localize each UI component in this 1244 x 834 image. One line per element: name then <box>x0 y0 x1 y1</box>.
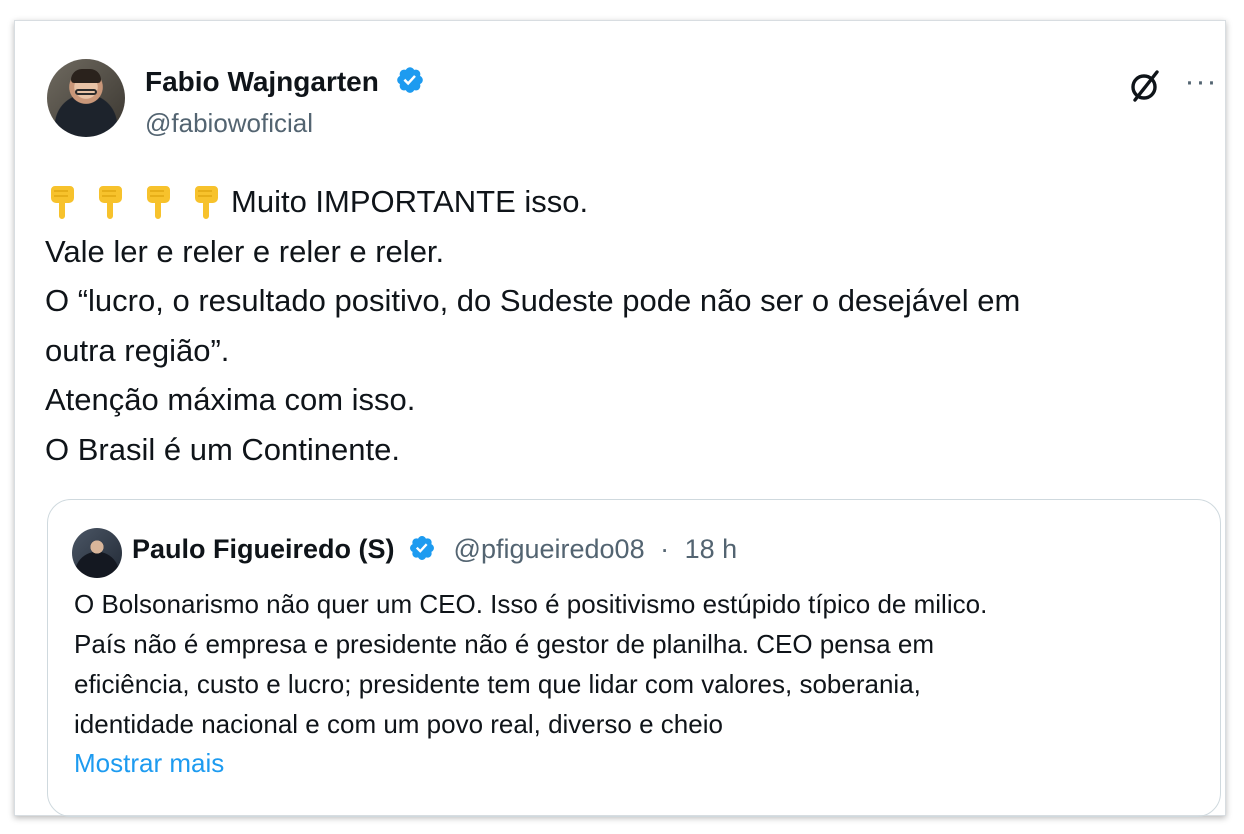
tweet-line: O “lucro, o resultado positivo, do Sudes… <box>45 283 1021 318</box>
more-options-icon[interactable]: ··· <box>1183 67 1219 103</box>
tweet-line: Muito IMPORTANTE isso. <box>45 177 1215 227</box>
tweet-line: outra região”. <box>45 332 230 368</box>
quoted-author-avatar[interactable] <box>72 528 122 578</box>
avatar-glasses <box>75 89 97 95</box>
backhand-index-pointing-down-icon <box>51 186 74 219</box>
author-handle[interactable]: @fabiowoficial <box>145 108 313 139</box>
show-more-link[interactable]: Mostrar mais <box>74 748 224 779</box>
author-avatar[interactable] <box>47 59 125 137</box>
grok-icon[interactable] <box>1127 68 1163 104</box>
quoted-tweet-header: Paulo Figueiredo (S) @pfigueiredo08 · 18… <box>132 534 737 565</box>
author-name-row[interactable]: Fabio Wajngarten <box>145 65 425 98</box>
backhand-index-pointing-down-icon <box>195 186 218 219</box>
tweet-line: O Brasil é um Continente. <box>45 431 400 467</box>
quoted-line: País não é empresa e presidente não é ge… <box>74 629 934 659</box>
backhand-index-pointing-down-icon <box>99 186 122 219</box>
author-name[interactable]: Fabio Wajngarten <box>145 66 379 97</box>
quoted-author-handle[interactable]: @pfigueiredo08 <box>454 534 645 564</box>
backhand-index-pointing-down-icon <box>147 186 170 219</box>
tweet-line: Vale ler e reler e reler e reler. <box>45 233 445 269</box>
tweet-text: Muito IMPORTANTE isso. Vale ler e reler … <box>45 177 1215 474</box>
quoted-author-name[interactable]: Paulo Figueiredo (S) <box>132 534 395 564</box>
separator-dot: · <box>660 534 670 564</box>
verified-badge-icon <box>410 536 434 560</box>
quoted-line: O Bolsonarismo não quer um CEO. Isso é p… <box>74 589 988 619</box>
tweet-card: Fabio Wajngarten @fabiowoficial ··· Muit… <box>14 20 1226 817</box>
verified-badge-icon <box>396 67 423 93</box>
quoted-line: eficiência, custo e lucro; presidente te… <box>74 669 921 699</box>
quoted-tweet[interactable]: Paulo Figueiredo (S) @pfigueiredo08 · 18… <box>47 499 1221 817</box>
quoted-tweet-text: O Bolsonarismo não quer um CEO. Isso é p… <box>74 584 1204 744</box>
quoted-line: identidade nacional e com um povo real, … <box>74 709 723 739</box>
avatar-hair <box>71 69 101 83</box>
tweet-line: Atenção máxima com isso. <box>45 382 416 417</box>
quoted-tweet-time[interactable]: 18 h <box>685 534 738 564</box>
tweet-line-text: Muito IMPORTANTE isso. <box>231 184 589 219</box>
